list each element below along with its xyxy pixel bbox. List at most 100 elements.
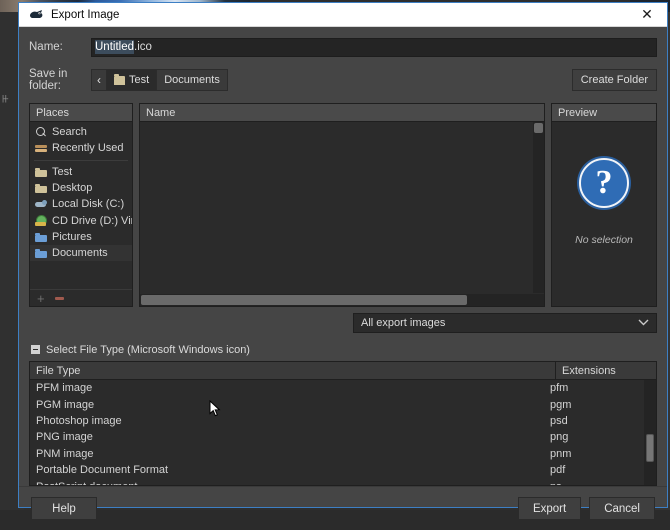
preview-header: Preview — [552, 104, 656, 122]
breadcrumb-item-documents-label: Documents — [164, 74, 220, 86]
file-list-column-name[interactable]: Name — [140, 104, 544, 122]
folder-icon — [114, 76, 125, 85]
file-type-extension: psd — [544, 415, 644, 427]
table-row[interactable]: PGM image pgm — [30, 396, 644, 412]
folder-icon — [35, 166, 47, 178]
export-filter-selected-label: All export images — [361, 317, 445, 329]
table-row[interactable]: Photoshop image psd — [30, 413, 644, 429]
select-file-type-label: Select File Type (Microsoft Windows icon… — [46, 344, 250, 356]
name-label: Name: — [29, 41, 91, 53]
file-type-table: File Type Extensions PFM image pfm PGM i… — [29, 361, 657, 486]
dialog-body: Name: Untitled.ico Save in folder: ‹ Tes… — [19, 27, 667, 530]
sidebar-item-desktop-label: Desktop — [52, 182, 92, 194]
cancel-button[interactable]: Cancel — [589, 497, 655, 520]
file-type-name: Portable Document Format — [30, 464, 544, 476]
table-row[interactable]: PNM image pnm — [30, 446, 644, 462]
file-type-extension: png — [544, 431, 644, 443]
file-type-extension: ps — [544, 481, 644, 485]
sidebar-item-cd-drive[interactable]: CD Drive (D:) Virtu... — [30, 212, 132, 228]
preview-panel: Preview ? No selection — [551, 103, 657, 307]
breadcrumb-item-test-label: Test — [129, 74, 149, 86]
places-list[interactable]: Search Recently Used Test Desktop — [30, 122, 132, 289]
file-type-extension: pdf — [544, 464, 644, 476]
sidebar-item-local-disk-label: Local Disk (C:) — [52, 198, 124, 210]
file-type-extension: pgm — [544, 399, 644, 411]
sidebar-item-pictures[interactable]: Pictures — [30, 229, 132, 245]
help-button[interactable]: Help — [31, 497, 97, 520]
search-icon — [35, 126, 47, 138]
gimp-wilber-icon — [29, 8, 45, 22]
column-header-extensions[interactable]: Extensions — [556, 362, 656, 380]
places-header: Places — [30, 104, 132, 122]
file-list-panel: Name — [139, 103, 545, 307]
expander-collapse-icon[interactable] — [31, 345, 40, 354]
table-row[interactable]: PFM image pfm — [30, 380, 644, 396]
add-place-button[interactable]: + — [37, 292, 45, 305]
name-row: Name: Untitled.ico — [19, 27, 667, 59]
select-file-type-expander[interactable]: Select File Type (Microsoft Windows icon… — [19, 333, 667, 357]
places-divider — [34, 160, 128, 161]
export-button[interactable]: Export — [518, 497, 581, 520]
sidebar-item-recently-used-label: Recently Used — [52, 142, 124, 154]
sidebar-item-recently-used[interactable]: Recently Used — [30, 140, 132, 156]
export-image-dialog: Export Image ✕ Name: Untitled.ico Save i… — [18, 2, 668, 508]
sidebar-item-desktop[interactable]: Desktop — [30, 180, 132, 196]
sidebar-item-local-disk[interactable]: Local Disk (C:) — [30, 196, 132, 212]
sidebar-item-pictures-label: Pictures — [52, 231, 92, 243]
file-type-vertical-scroll-thumb[interactable] — [646, 434, 654, 462]
sidebar-item-search-label: Search — [52, 126, 87, 138]
file-list-vertical-scrollbar[interactable] — [533, 122, 544, 293]
file-type-table-rows[interactable]: PFM image pfm PGM image pgm Photoshop im… — [30, 380, 644, 485]
disk-icon — [35, 198, 47, 210]
chevron-down-icon — [638, 318, 649, 329]
dialog-button-bar: Help Export Cancel — [19, 486, 667, 530]
file-list-horizontal-scroll-thumb[interactable] — [141, 295, 467, 305]
table-row[interactable]: Portable Document Format pdf — [30, 462, 644, 478]
sidebar-item-test[interactable]: Test — [30, 164, 132, 180]
preview-body: ? No selection — [552, 122, 656, 306]
save-in-folder-row: Save in folder: ‹ Test Documents Create … — [19, 59, 667, 93]
save-in-folder-label: Save in folder: — [29, 68, 91, 92]
close-icon[interactable]: ✕ — [627, 3, 667, 26]
filename-extension-text: .ico — [134, 41, 152, 53]
table-row[interactable]: PNG image png — [30, 429, 644, 445]
file-type-name: PGM image — [30, 399, 544, 411]
breadcrumb-back-button[interactable]: ‹ — [91, 69, 107, 91]
folder-icon — [35, 231, 47, 243]
dialog-titlebar: Export Image ✕ — [19, 3, 667, 27]
places-panel: Places Search Recently Used Test — [29, 103, 133, 307]
sidebar-item-documents-label: Documents — [52, 247, 108, 259]
file-type-name: PFM image — [30, 382, 544, 394]
remove-place-button[interactable] — [55, 297, 64, 300]
table-row[interactable]: PostScript document ps — [30, 478, 644, 485]
dialog-title: Export Image — [51, 9, 119, 21]
sidebar-item-documents[interactable]: Documents — [30, 245, 132, 261]
file-list-horizontal-scrollbar[interactable] — [140, 294, 544, 306]
question-mark-icon: ? — [579, 158, 629, 208]
create-folder-button[interactable]: Create Folder — [572, 69, 657, 91]
filename-selected-text: Untitled — [95, 40, 134, 54]
export-filter-select[interactable]: All export images — [353, 313, 657, 333]
sidebar-item-search[interactable]: Search — [30, 124, 132, 140]
file-type-extension: pfm — [544, 382, 644, 394]
file-list-body[interactable] — [140, 122, 544, 306]
sidebar-item-cd-drive-label: CD Drive (D:) Virtu... — [52, 215, 132, 227]
breadcrumb-item-test[interactable]: Test — [106, 69, 157, 91]
file-type-name: PNG image — [30, 431, 544, 443]
file-type-name: PNM image — [30, 448, 544, 460]
file-type-name: Photoshop image — [30, 415, 544, 427]
file-list-vertical-scroll-thumb[interactable] — [534, 123, 543, 133]
folder-icon — [35, 247, 47, 259]
preview-empty-text: No selection — [575, 234, 633, 246]
breadcrumb-item-documents[interactable]: Documents — [156, 69, 228, 91]
file-type-table-header: File Type Extensions — [30, 362, 656, 380]
column-header-file-type[interactable]: File Type — [30, 362, 556, 380]
filename-input[interactable]: Untitled.ico — [91, 38, 657, 57]
file-type-extension: pnm — [544, 448, 644, 460]
file-type-name: PostScript document — [30, 481, 544, 485]
file-type-vertical-scrollbar[interactable] — [644, 380, 656, 485]
file-list-header-row: Name — [140, 104, 544, 122]
recent-icon — [35, 142, 47, 154]
filter-row: All export images — [19, 307, 667, 333]
breadcrumb: ‹ Test Documents — [91, 69, 227, 91]
